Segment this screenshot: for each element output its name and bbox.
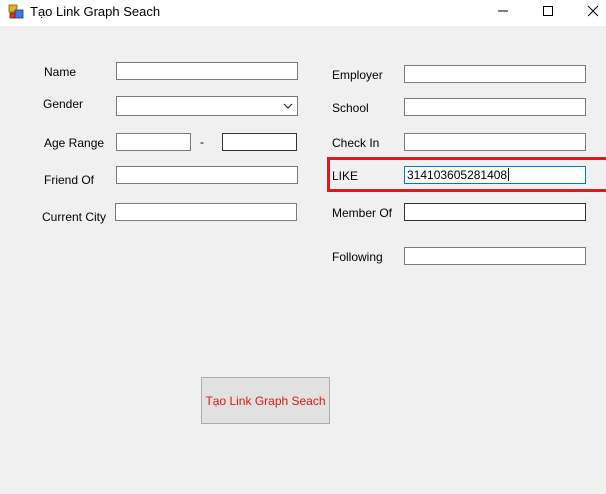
create-link-button[interactable]: Tạo Link Graph Seach bbox=[201, 377, 330, 424]
app-icon bbox=[8, 4, 24, 19]
current-city-input[interactable] bbox=[115, 203, 297, 221]
maximize-icon bbox=[543, 6, 553, 16]
gender-select[interactable] bbox=[116, 96, 298, 116]
age-separator: - bbox=[200, 135, 204, 149]
chevron-down-icon bbox=[283, 103, 293, 109]
following-input[interactable] bbox=[404, 247, 586, 265]
check-in-label: Check In bbox=[332, 136, 380, 150]
gender-label: Gender bbox=[43, 97, 84, 111]
employer-input[interactable] bbox=[404, 65, 586, 83]
friend-of-input[interactable] bbox=[116, 166, 298, 184]
like-input[interactable]: 314103605281408 bbox=[404, 166, 586, 184]
close-icon bbox=[587, 5, 599, 17]
school-label: School bbox=[332, 101, 369, 115]
close-button[interactable] bbox=[570, 0, 606, 22]
name-input[interactable] bbox=[116, 62, 298, 80]
employer-label: Employer bbox=[332, 68, 383, 82]
age-to-input[interactable] bbox=[222, 133, 297, 151]
current-city-label: Current City bbox=[42, 210, 107, 224]
maximize-button[interactable] bbox=[525, 0, 571, 22]
age-from-input[interactable] bbox=[116, 133, 191, 151]
like-value: 314103605281408 bbox=[407, 168, 508, 182]
minimize-icon bbox=[498, 10, 508, 12]
check-in-input[interactable] bbox=[404, 133, 586, 151]
title-bar: Tạo Link Graph Seach bbox=[0, 0, 606, 26]
member-of-input[interactable] bbox=[404, 203, 586, 221]
like-label: LIKE bbox=[332, 169, 359, 183]
age-range-label: Age Range bbox=[44, 136, 105, 150]
school-input[interactable] bbox=[404, 98, 586, 116]
following-label: Following bbox=[332, 250, 383, 264]
minimize-button[interactable] bbox=[480, 0, 526, 22]
member-of-label: Member Of bbox=[332, 206, 393, 220]
text-caret bbox=[508, 168, 510, 181]
window-title: Tạo Link Graph Seach bbox=[30, 4, 161, 19]
name-label: Name bbox=[44, 65, 77, 79]
friend-of-label: Friend Of bbox=[44, 173, 95, 187]
